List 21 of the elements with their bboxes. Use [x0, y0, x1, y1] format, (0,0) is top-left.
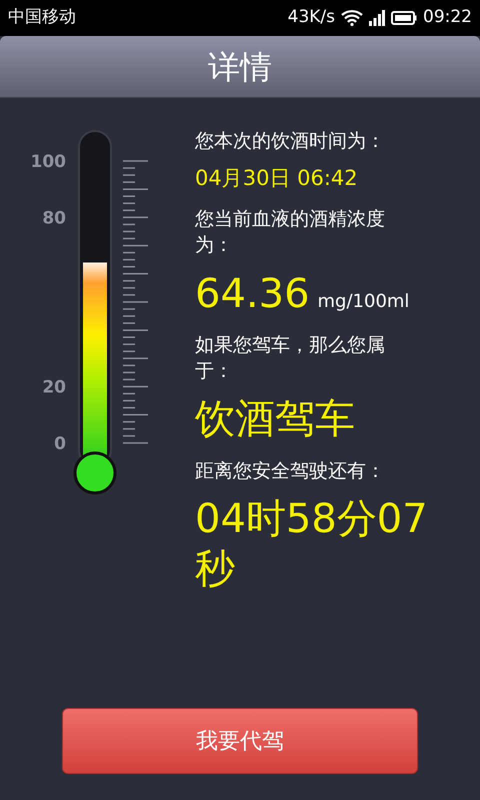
info-label: 您当前血液的酒精浓度为： — [195, 207, 386, 258]
signal-icon — [369, 10, 385, 26]
highlight-text: 04时58分07秒 — [195, 495, 429, 594]
alcohol-reading: 64.36 — [195, 270, 310, 319]
battery-icon — [391, 11, 417, 25]
wifi-icon — [341, 10, 363, 26]
drinking-time: 04月30日 06:42 — [195, 165, 359, 192]
scale-label: 80 — [42, 208, 66, 228]
scale-label: 20 — [42, 378, 66, 398]
info-label: 您本次的饮酒时间为： — [195, 129, 386, 154]
scale-label: 100 — [30, 152, 66, 172]
info-label: 距离您安全驾驶还有： — [195, 459, 386, 484]
highlight-text: 饮酒驾车 — [195, 395, 356, 444]
scale-label: 0 — [54, 434, 66, 454]
reading-unit: mg/100ml — [318, 290, 410, 314]
clock: 09:22 — [423, 6, 472, 30]
carrier-name: 中国移动 — [8, 6, 76, 30]
info-label: 如果您驾车，那么您属于： — [195, 333, 386, 384]
network-speed: 43K/s — [288, 6, 335, 30]
designated-driver-button[interactable]: 我要代驾 — [62, 708, 418, 774]
page-title: 详情 — [208, 46, 272, 88]
